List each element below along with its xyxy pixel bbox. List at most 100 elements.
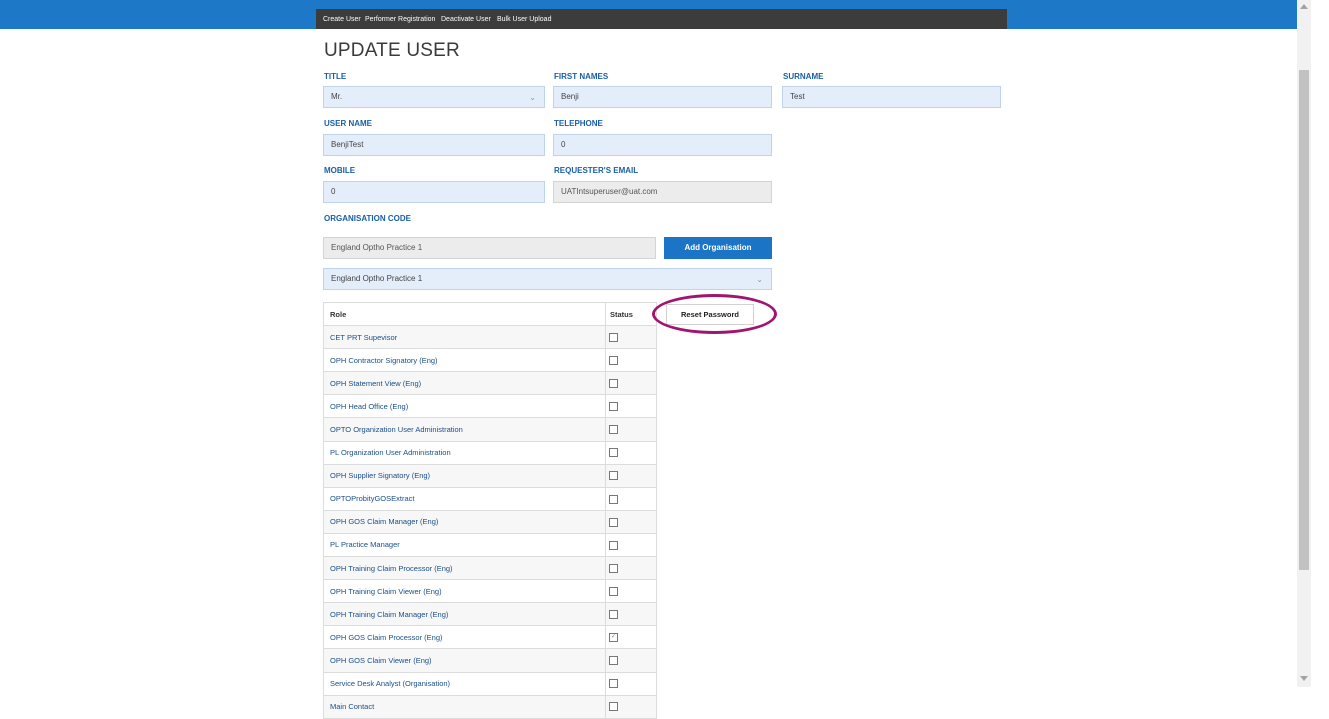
role-status-cell (605, 348, 657, 373)
role-name: Service Desk Analyst (Organisation) (323, 671, 606, 696)
role-column-header: Role (323, 301, 606, 327)
first-names-label: FIRST NAMES (554, 72, 609, 81)
table-row: OPH GOS Claim Processor (Eng) ✓ (323, 625, 657, 650)
role-name: OPH GOS Claim Manager (Eng) (323, 509, 606, 534)
role-status-cell (605, 486, 657, 511)
requester-email-label: REQUESTER'S EMAIL (554, 166, 639, 175)
user-name-input[interactable]: BenjiTest (323, 134, 545, 156)
requester-email-field: UATIntsuperuser@uat.com (553, 181, 772, 203)
title-select-value: Mr. (331, 92, 343, 101)
table-row: OPH GOS Claim Viewer (Eng) (323, 648, 657, 673)
organisation-select-value: England Optho Practice 1 (331, 274, 423, 283)
org-code-label: ORGANISATION CODE (324, 214, 411, 223)
user-name-label: USER NAME (324, 119, 373, 128)
table-row: OPH GOS Claim Manager (Eng) (323, 509, 657, 534)
role-name: CET PRT Supevisor (323, 325, 606, 350)
table-row: Service Desk Analyst (Organisation) (323, 671, 657, 696)
org-code-input[interactable]: England Optho Practice 1 (323, 237, 656, 259)
surname-input[interactable]: Test (782, 86, 1001, 108)
nav-create-user[interactable]: Create User (323, 9, 361, 29)
role-status-checkbox[interactable] (609, 471, 618, 481)
role-status-checkbox[interactable] (609, 656, 618, 666)
scroll-up-arrow-icon[interactable] (1300, 4, 1308, 9)
role-status-cell (605, 417, 657, 442)
role-status-cell (605, 648, 657, 673)
role-status-cell (605, 671, 657, 696)
table-row: OPTOProbityGOSExtract (323, 486, 657, 511)
role-status-checkbox[interactable] (609, 586, 618, 596)
role-name: OPTO Organization User Administration (323, 417, 606, 442)
role-status-checkbox[interactable] (609, 563, 618, 573)
role-status-cell (605, 532, 657, 558)
role-status-cell (605, 509, 657, 534)
telephone-label: TELEPHONE (554, 119, 603, 128)
role-status-cell (605, 602, 657, 627)
role-name: OPH Head Office (Eng) (323, 394, 606, 419)
top-nav: Create User Performer Registration Deact… (316, 9, 1007, 29)
role-name: OPH Training Claim Viewer (Eng) (323, 579, 606, 604)
chevron-down-icon: ⌄ (756, 275, 763, 284)
status-column-header: Status (605, 301, 657, 327)
table-row: OPH Head Office (Eng) (323, 394, 657, 419)
table-row: OPH Training Claim Viewer (Eng) (323, 579, 657, 604)
table-row: Main Contact (323, 694, 657, 719)
role-status-cell (605, 463, 657, 488)
table-row: PL Organization User Administration (323, 440, 657, 465)
surname-label: SURNAME (783, 72, 824, 81)
role-name: OPH Contractor Signatory (Eng) (323, 348, 606, 373)
role-name: OPH Training Claim Processor (Eng) (323, 556, 606, 581)
table-header-row: Role Status (323, 301, 657, 327)
page-title: UPDATE USER (324, 40, 460, 61)
nav-deactivate-user[interactable]: Deactivate User (441, 9, 491, 29)
role-name: PL Organization User Administration (323, 440, 606, 465)
role-status-checkbox[interactable] (609, 494, 618, 504)
role-name: OPH Training Claim Manager (Eng) (323, 602, 606, 627)
title-select[interactable]: Mr. ⌄ (323, 86, 545, 108)
scrollbar-thumb[interactable] (1299, 70, 1309, 570)
role-status-checkbox[interactable]: ✓ (609, 633, 618, 643)
role-status-cell (605, 371, 657, 396)
table-row: OPTO Organization User Administration (323, 417, 657, 442)
role-status-checkbox[interactable] (609, 379, 618, 389)
table-row: OPH Contractor Signatory (Eng) (323, 348, 657, 373)
roles-table: Role Status CET PRT Supevisor OPH Contrac… (323, 301, 657, 719)
nav-performer-registration[interactable]: Performer Registration (365, 9, 435, 29)
role-status-checkbox[interactable] (609, 402, 618, 412)
role-status-cell: ✓ (605, 625, 657, 650)
role-status-checkbox[interactable] (609, 610, 618, 620)
role-status-checkbox[interactable] (609, 540, 618, 550)
role-name: Main Contact (323, 694, 606, 719)
table-row: PL Practice Manager (323, 532, 657, 558)
chevron-down-icon: ⌄ (529, 93, 536, 102)
role-status-cell (605, 325, 657, 350)
table-row: OPH Statement View (Eng) (323, 371, 657, 396)
organisation-select[interactable]: England Optho Practice 1 ⌄ (323, 268, 772, 290)
table-row: CET PRT Supevisor (323, 325, 657, 350)
role-status-checkbox[interactable] (609, 448, 618, 458)
scroll-down-arrow-icon[interactable] (1300, 676, 1308, 681)
mobile-label: MOBILE (324, 166, 356, 175)
telephone-input[interactable]: 0 (553, 134, 772, 156)
role-name: PL Practice Manager (323, 532, 606, 558)
role-status-cell (605, 694, 657, 719)
role-name: OPH Statement View (Eng) (323, 371, 606, 396)
table-row: OPH Training Claim Processor (Eng) (323, 556, 657, 581)
role-status-checkbox[interactable] (609, 355, 618, 365)
role-status-cell (605, 579, 657, 604)
role-status-cell (605, 440, 657, 465)
role-status-cell (605, 556, 657, 581)
table-row: OPH Supplier Signatory (Eng) (323, 463, 657, 488)
page-scrollbar[interactable] (1297, 0, 1311, 687)
add-organisation-button[interactable]: Add Organisation (664, 237, 772, 259)
highlight-circle (652, 294, 777, 334)
first-names-input[interactable]: Benji (553, 86, 772, 108)
role-status-checkbox[interactable] (609, 425, 618, 435)
role-name: OPH Supplier Signatory (Eng) (323, 463, 606, 488)
role-name: OPTOProbityGOSExtract (323, 486, 606, 511)
role-name: OPH GOS Claim Viewer (Eng) (323, 648, 606, 673)
role-status-checkbox[interactable] (609, 517, 618, 527)
nav-bulk-user-upload[interactable]: Bulk User Upload (497, 9, 551, 29)
role-status-checkbox[interactable] (609, 332, 618, 342)
role-status-checkbox[interactable] (609, 702, 618, 712)
mobile-input[interactable]: 0 (323, 181, 545, 203)
